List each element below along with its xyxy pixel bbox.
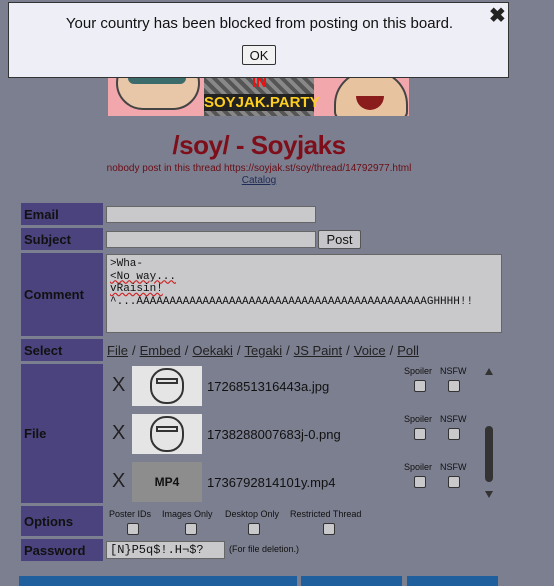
password-field[interactable]: [N}P5q$!.H¬$?	[106, 541, 225, 559]
file-label: File	[21, 364, 103, 503]
subject-field[interactable]	[106, 231, 316, 248]
remove-file-icon[interactable]: X	[112, 470, 125, 493]
spoiler-checkbox[interactable]	[414, 428, 426, 440]
select-link-embed[interactable]: Embed	[140, 343, 181, 358]
file-list-scrollbar[interactable]	[482, 364, 496, 502]
select-link-poll[interactable]: Poll	[397, 343, 419, 358]
catalog-link[interactable]: Catalog	[0, 175, 518, 186]
scroll-down-arrow-icon[interactable]	[485, 491, 493, 498]
select-link-file[interactable]: File	[107, 343, 128, 358]
spoiler-label: Spoiler	[404, 462, 433, 472]
options-label: Options	[21, 506, 103, 536]
file-thumbnail: MP4	[132, 462, 202, 502]
post-button[interactable]: Post	[318, 230, 361, 249]
select-link-js-paint[interactable]: JS Paint	[294, 343, 342, 358]
scroll-up-arrow-icon[interactable]	[485, 368, 493, 375]
file-thumbnail	[132, 414, 202, 454]
file-name: 1738288007683j-0.png	[207, 427, 341, 442]
option-desktop-only-label: Desktop Only	[225, 509, 280, 519]
email-label: Email	[21, 203, 103, 225]
footer-banner-left	[19, 576, 297, 586]
comment-line-3: vRaisin!	[110, 283, 163, 295]
file-thumbnail	[132, 366, 202, 406]
select-links: File / Embed / Oekaki / Tegaki / JS Paint / Voice /…	[107, 343, 419, 358]
option-restricted-thread-label: Restricted Thread	[290, 509, 362, 519]
nsfw-checkbox[interactable]	[448, 428, 460, 440]
remove-file-icon[interactable]: X	[112, 422, 125, 445]
nsfw-checkbox[interactable]	[448, 380, 460, 392]
close-icon[interactable]: ✖	[489, 3, 506, 28]
password-note: (For file deletion.)	[229, 544, 300, 554]
select-link-voice[interactable]: Voice	[354, 343, 386, 358]
board-title: /soy/ - Soyjaks	[172, 130, 346, 160]
banner-site-name: SOYJAK.PARTY	[204, 94, 320, 111]
comment-line-1: >Wha-	[110, 258, 144, 270]
option-images-only-label: Images Only	[162, 509, 213, 519]
option-poster-ids-checkbox[interactable]	[127, 523, 139, 535]
spoiler-checkbox[interactable]	[414, 476, 426, 488]
option-desktop-only-checkbox[interactable]	[248, 523, 260, 535]
email-field[interactable]	[106, 206, 316, 223]
file-list: X 1726851316443a.jpg Spoiler NSFW X 1738…	[106, 364, 498, 502]
spoiler-checkbox[interactable]	[414, 380, 426, 392]
option-restricted-thread-checkbox[interactable]	[323, 523, 335, 535]
option-poster-ids-label: Poster IDs	[109, 509, 152, 519]
footer-banner-right	[407, 576, 498, 586]
alert-ok-button[interactable]: OK	[242, 45, 276, 65]
blocked-alert-dialog: Your country has been blocked from posti…	[8, 2, 509, 78]
subject-label: Subject	[21, 228, 103, 250]
nsfw-label: NSFW	[440, 462, 467, 472]
select-link-tegaki[interactable]: Tegaki	[245, 343, 283, 358]
option-images-only-checkbox[interactable]	[185, 523, 197, 535]
file-name: 1726851316443a.jpg	[207, 379, 330, 394]
select-label: Select	[21, 339, 103, 361]
banner-mouth	[356, 96, 384, 110]
board-subtitle: nobody post in this thread https://soyja…	[106, 163, 412, 174]
comment-label: Comment	[21, 253, 103, 336]
nsfw-label: NSFW	[440, 366, 467, 376]
file-name: 1736792814101y.mp4	[207, 475, 336, 490]
remove-file-icon[interactable]: X	[112, 374, 125, 397]
footer-banner-mid	[301, 576, 402, 586]
file-item: X 1738288007683j-0.png Spoiler NSFW	[106, 412, 498, 458]
alert-message: Your country has been blocked from posti…	[65, 15, 454, 32]
scrollbar-thumb[interactable]	[485, 426, 493, 482]
comment-textarea[interactable]: >Wha- <No way... vRaisin! ^...AAAAAAAAAA…	[106, 254, 502, 333]
spoiler-label: Spoiler	[404, 366, 433, 376]
file-item: X 1726851316443a.jpg Spoiler NSFW	[106, 364, 498, 410]
comment-line-4: ^...AAAAAAAAAAAAAAAAAAAAAAAAAAAAAAAAAAAA…	[110, 295, 474, 308]
spoiler-label: Spoiler	[404, 414, 433, 424]
select-link-oekaki[interactable]: Oekaki	[192, 343, 232, 358]
password-label: Password	[21, 539, 103, 561]
comment-line-2: <No way...	[110, 270, 177, 283]
nsfw-checkbox[interactable]	[448, 476, 460, 488]
nsfw-label: NSFW	[440, 414, 467, 424]
file-item: X MP4 1736792814101y.mp4 Spoiler NSFW	[106, 460, 498, 502]
